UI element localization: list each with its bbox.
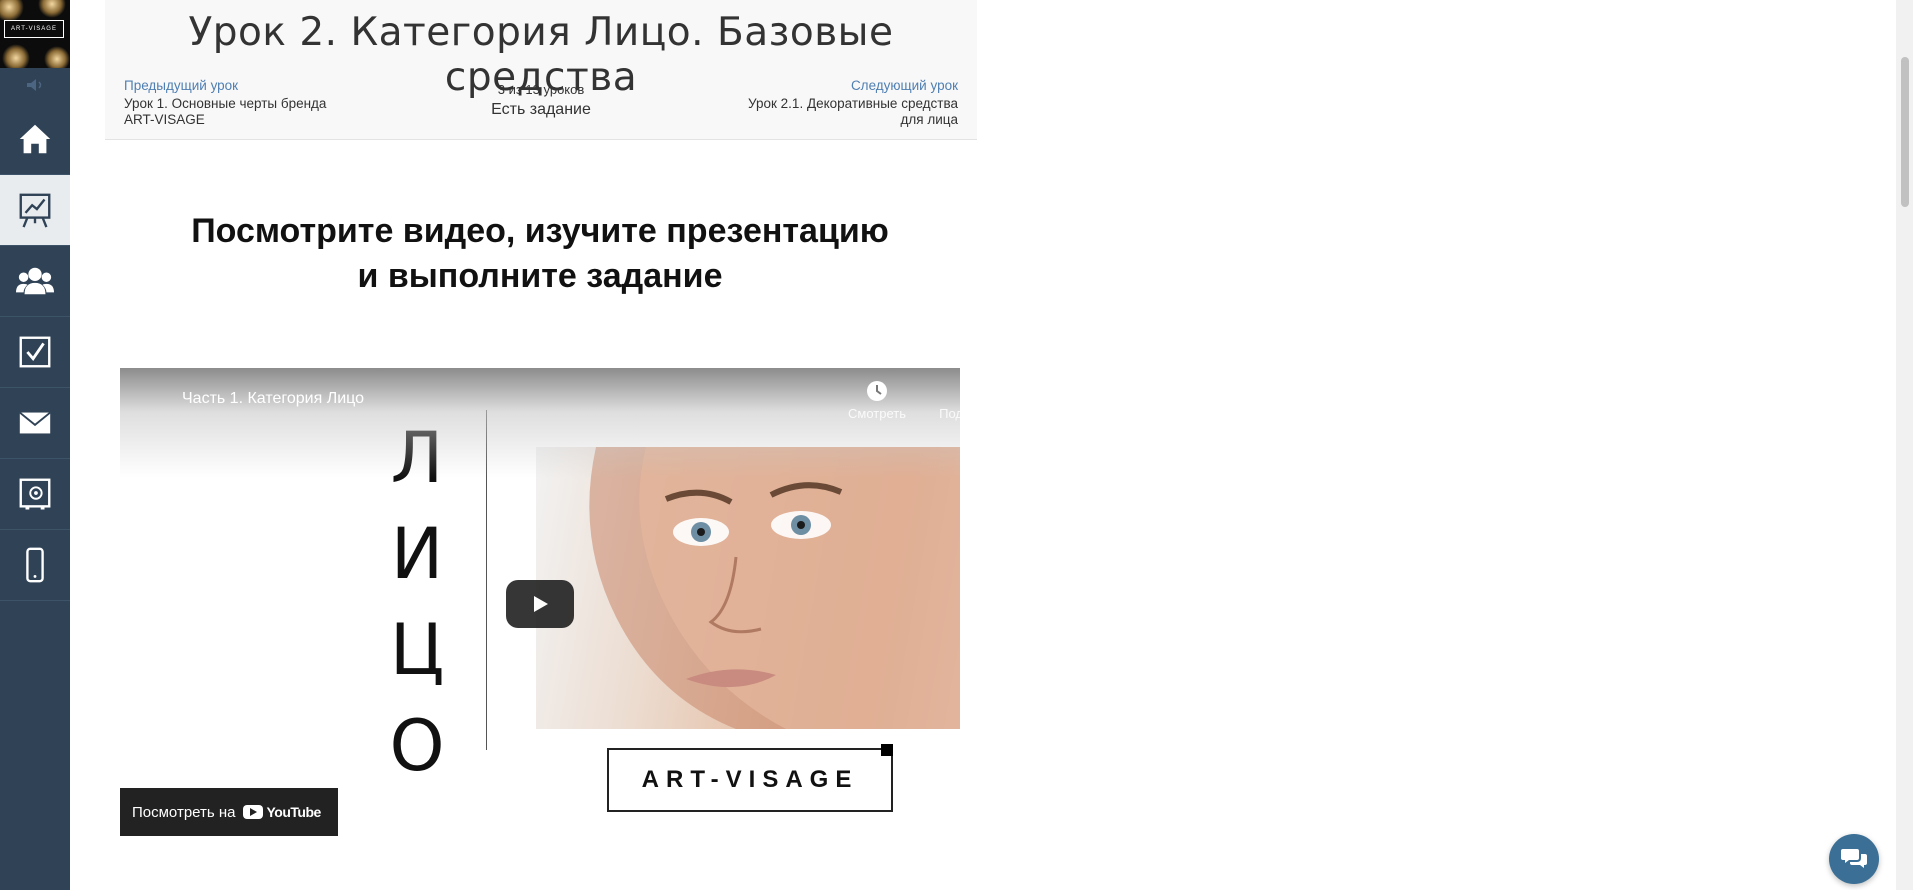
main-headline: Посмотрите видео, изучите презентацию и … bbox=[191, 212, 889, 295]
play-button[interactable] bbox=[506, 580, 574, 628]
next-lesson-title[interactable]: Урок 2.1. Декоративные средства для лица bbox=[748, 96, 958, 127]
users-icon bbox=[16, 267, 54, 295]
nav-safe[interactable] bbox=[0, 459, 70, 530]
share-button[interactable]: Поделиться bbox=[930, 380, 960, 421]
next-lesson-link[interactable]: Следующий урок bbox=[748, 78, 958, 94]
watch-on-label: Посмотреть на bbox=[132, 803, 236, 821]
watch-on-youtube-button[interactable]: Посмотреть на YouTube bbox=[120, 788, 338, 836]
chart-board-icon bbox=[19, 193, 51, 228]
home-icon bbox=[19, 124, 51, 154]
safe-icon bbox=[19, 478, 51, 510]
sidebar: ART-VISAGE bbox=[0, 0, 70, 890]
prev-lesson[interactable]: Предыдущий урок Урок 1. Основные черты б… bbox=[124, 78, 334, 128]
nav-courses[interactable] bbox=[0, 175, 70, 246]
nav-home[interactable] bbox=[0, 104, 70, 175]
speaker-icon[interactable] bbox=[0, 68, 70, 102]
youtube-text: YouTube bbox=[266, 804, 321, 820]
video-player[interactable]: Л И Ц О ART-VISAGE Часть 1. Категория Ли… bbox=[120, 368, 960, 838]
letter: И bbox=[390, 513, 444, 595]
brand-square bbox=[881, 744, 893, 756]
nav-tasks[interactable] bbox=[0, 317, 70, 388]
letter: Ц bbox=[389, 609, 445, 691]
mail-icon bbox=[19, 411, 51, 434]
logo[interactable]: ART-VISAGE bbox=[0, 0, 70, 68]
play-icon bbox=[534, 596, 548, 612]
watch-later-button[interactable]: Смотреть bbox=[832, 380, 922, 421]
logo-text: ART-VISAGE bbox=[4, 20, 64, 38]
brand-text: ART-VISAGE bbox=[641, 766, 859, 793]
nav-messages[interactable] bbox=[0, 388, 70, 459]
phone-icon bbox=[26, 547, 44, 583]
lesson-counter: 3 из 13 уроков bbox=[497, 82, 585, 97]
clock-icon bbox=[867, 381, 887, 401]
watch-later-label: Смотреть bbox=[848, 406, 906, 421]
nav-mobile[interactable] bbox=[0, 530, 70, 601]
lesson-info: 3 из 13 уроков Есть задание bbox=[441, 82, 641, 119]
checkbox-icon bbox=[19, 336, 51, 368]
youtube-logo: YouTube bbox=[243, 804, 321, 820]
task-status: Есть задание bbox=[491, 101, 591, 118]
video-title[interactable]: Часть 1. Категория Лицо bbox=[182, 390, 364, 408]
nav-users[interactable] bbox=[0, 246, 70, 317]
youtube-play-icon bbox=[243, 805, 264, 819]
letter: О bbox=[389, 705, 445, 787]
next-lesson[interactable]: Следующий урок Урок 2.1. Декоративные ср… bbox=[748, 78, 958, 128]
scrollbar-thumb[interactable] bbox=[1901, 57, 1909, 207]
scrollbar[interactable] bbox=[1896, 0, 1913, 890]
share-label: Поделиться bbox=[939, 406, 960, 421]
lesson-header: Урок 2. Категория Лицо. Базовые средства… bbox=[105, 0, 977, 140]
chat-button[interactable] bbox=[1829, 834, 1879, 884]
face-photo bbox=[536, 447, 960, 729]
chat-icon bbox=[1841, 849, 1867, 868]
prev-lesson-link[interactable]: Предыдущий урок bbox=[124, 78, 334, 94]
brand-logo: ART-VISAGE bbox=[607, 744, 893, 812]
prev-lesson-title[interactable]: Урок 1. Основные черты бренда ART-VISAGE bbox=[124, 96, 326, 127]
